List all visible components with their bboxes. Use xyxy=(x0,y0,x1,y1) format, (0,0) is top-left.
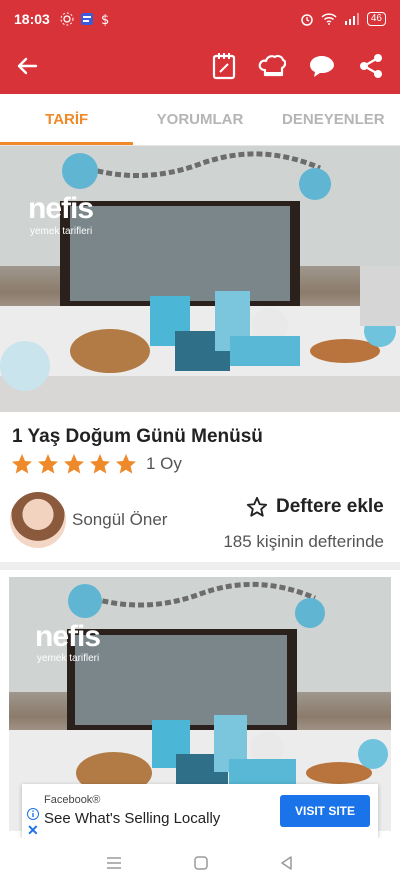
signal-icon xyxy=(344,13,359,25)
party-table-illustration xyxy=(0,146,400,412)
system-nav-bar xyxy=(0,838,400,888)
author[interactable]: Songül Öner xyxy=(10,492,167,548)
recipe-photo[interactable]: nefis yemek tarifleri xyxy=(0,146,400,412)
battery-indicator: 46 xyxy=(366,12,386,26)
rating-stars[interactable]: 1 Oy xyxy=(10,452,182,476)
watermark-subtitle: yemek tarifleri xyxy=(37,653,100,664)
ad-banner[interactable]: ✕ Facebook® See What's Selling Locally V… xyxy=(22,784,378,838)
star-icon xyxy=(116,454,136,474)
close-icon[interactable]: ✕ xyxy=(27,822,39,839)
app-bar xyxy=(0,38,400,94)
star-icon xyxy=(12,454,32,474)
author-name[interactable]: Songül Öner xyxy=(72,510,167,530)
tab-recipe[interactable]: TARİF xyxy=(0,94,134,145)
save-to-notebook-button[interactable]: Deftere ekle xyxy=(246,496,384,518)
home-icon[interactable] xyxy=(193,855,209,871)
status-bar: 18:03 $ 46 xyxy=(0,0,400,38)
avatar[interactable] xyxy=(10,492,66,548)
recipe-title: 1 Yaş Doğum Günü Menüsü xyxy=(12,426,263,447)
tab-tried[interactable]: DENEYENLER xyxy=(267,94,400,145)
section-divider xyxy=(0,562,400,570)
dollar-icon: $ xyxy=(101,13,109,26)
tab-bar: TARİF YORUMLAR DENEYENLER xyxy=(0,94,400,146)
menu-icon[interactable] xyxy=(105,856,123,870)
star-icon xyxy=(90,454,110,474)
alarm-icon xyxy=(301,14,313,26)
share-icon[interactable] xyxy=(358,53,384,79)
rating-count: 1 Oy xyxy=(146,454,182,473)
ad-headline[interactable]: See What's Selling Locally xyxy=(44,810,220,827)
info-icon[interactable] xyxy=(27,808,39,820)
activity-icon xyxy=(60,12,74,26)
star-outline-icon xyxy=(246,496,268,517)
save-count: 185 kişinin defterinde xyxy=(223,532,384,551)
watermark-subtitle: yemek tarifleri xyxy=(30,226,93,237)
app-bar-actions xyxy=(212,52,384,80)
svg-text:$: $ xyxy=(101,13,109,26)
tab-comments[interactable]: YORUMLAR xyxy=(133,94,266,145)
notebook-icon[interactable] xyxy=(212,52,236,80)
star-icon xyxy=(64,454,84,474)
chef-hat-icon[interactable] xyxy=(258,52,286,80)
save-label: Deftere ekle xyxy=(276,496,384,517)
back-icon[interactable] xyxy=(279,855,295,871)
wifi-icon xyxy=(321,13,337,25)
notification-app-icon xyxy=(80,13,93,25)
arrow-left-icon[interactable] xyxy=(16,55,38,77)
star-icon xyxy=(38,454,58,474)
visit-site-button[interactable]: VISIT SITE xyxy=(280,795,370,827)
ad-brand: Facebook® xyxy=(44,794,101,806)
status-time: 18:03 xyxy=(14,11,50,27)
watermark-logo: nefis xyxy=(35,620,101,653)
watermark-logo: nefis xyxy=(28,192,94,225)
comment-icon[interactable] xyxy=(308,54,336,78)
